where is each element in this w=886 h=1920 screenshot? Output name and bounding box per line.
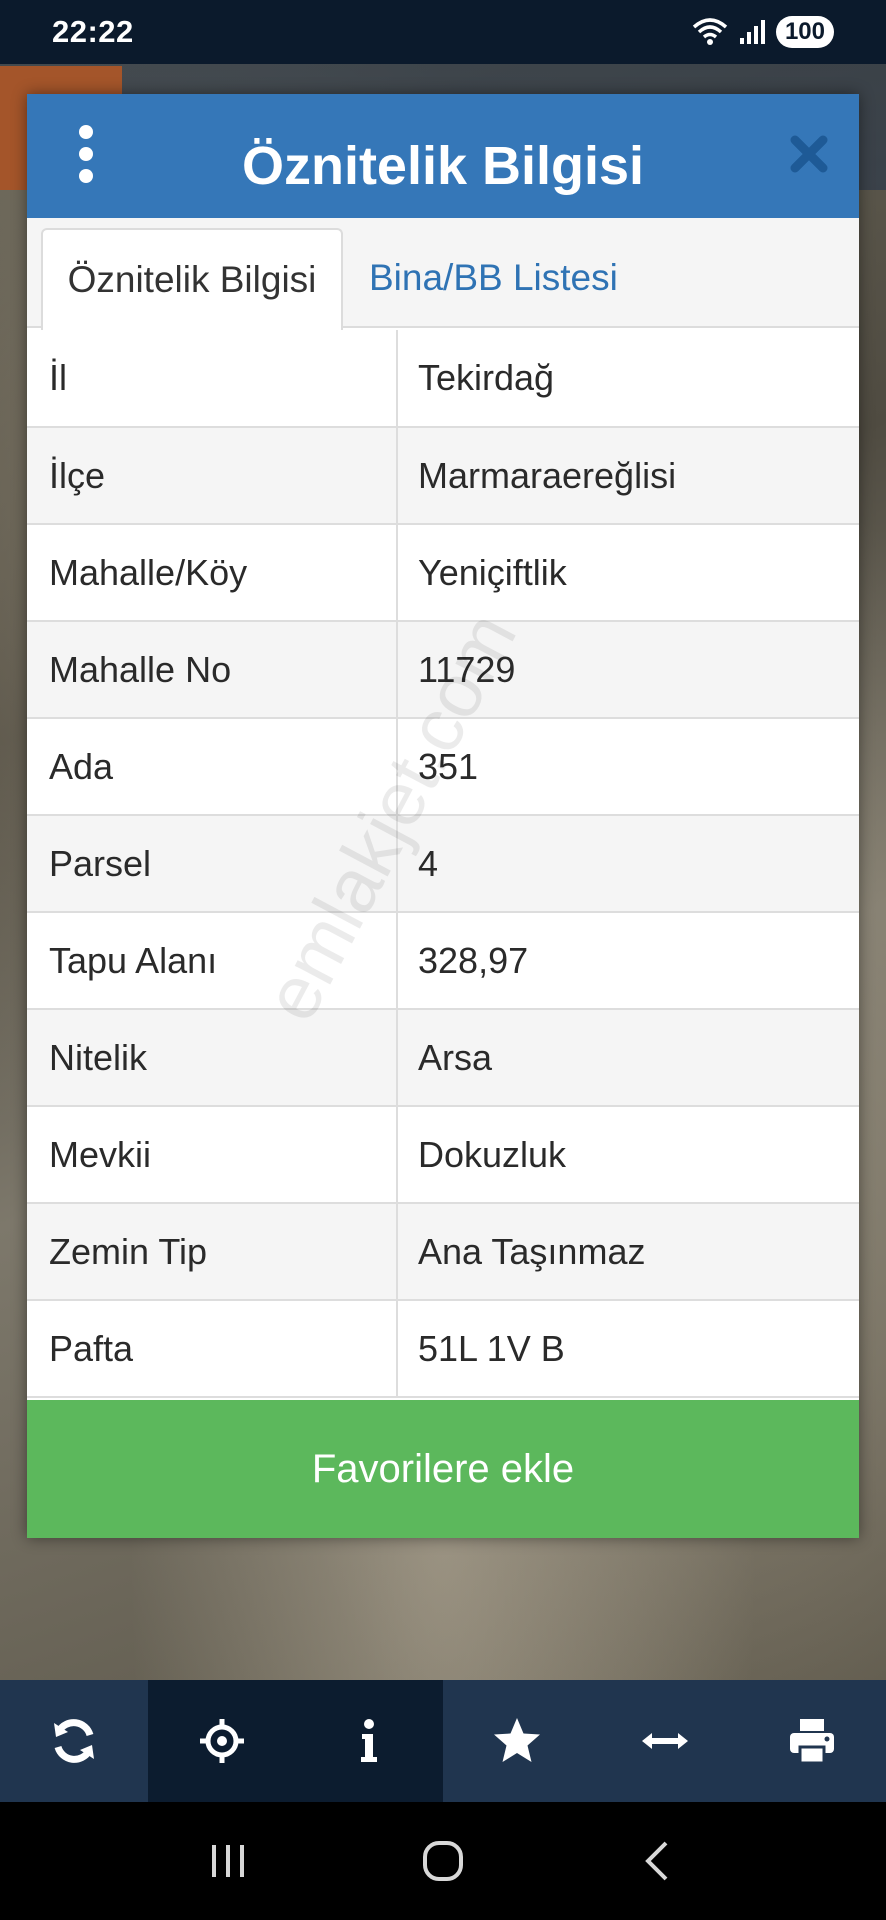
attribute-table: İl Tekirdağ İlçe Marmaraereğlisi Mahalle/K… — [27, 330, 859, 1398]
attr-value: Dokuzluk — [397, 1106, 859, 1204]
star-icon — [493, 1718, 540, 1762]
attr-value: Marmaraereğlisi — [397, 427, 859, 525]
attr-value: 351 — [397, 718, 859, 816]
system-nav-bar — [0, 1802, 886, 1920]
close-icon[interactable] — [789, 134, 829, 174]
attr-value: Tekirdağ — [397, 330, 859, 428]
attr-value: Arsa — [397, 1009, 859, 1107]
attr-value: Ana Taşınmaz — [397, 1203, 859, 1301]
attr-key: İl — [27, 330, 398, 428]
attr-key: Nitelik — [27, 1009, 398, 1107]
signal-icon — [739, 20, 765, 44]
locate-icon — [199, 1719, 244, 1763]
attr-key: İlçe — [27, 427, 398, 525]
attr-key: Ada — [27, 718, 398, 816]
print-button[interactable] — [738, 1680, 886, 1802]
info-icon — [361, 1719, 378, 1762]
attribute-info-dialog: Öznitelik Bilgisi Öznitelik Bilgisi Bina… — [27, 94, 859, 1538]
recent-apps-icon[interactable] — [204, 1837, 252, 1885]
status-time: 22:22 — [52, 14, 134, 49]
tab-attribute-info[interactable]: Öznitelik Bilgisi — [41, 228, 343, 330]
tab-building-list[interactable]: Bina/BB Listesi — [369, 228, 618, 328]
refresh-button[interactable] — [0, 1680, 148, 1802]
status-bar: 22:22 100 — [0, 0, 886, 64]
status-icons: 100 — [692, 16, 834, 48]
map-toolbar — [0, 1680, 886, 1802]
print-icon — [790, 1719, 835, 1765]
dialog-header: Öznitelik Bilgisi — [27, 94, 859, 218]
tab-bar: Öznitelik Bilgisi Bina/BB Listesi — [27, 218, 859, 330]
table-row: İlçe Marmaraereğlisi — [27, 427, 859, 525]
table-row: Nitelik Arsa — [27, 1009, 859, 1107]
table-row: Parsel 4 — [27, 815, 859, 913]
attr-key: Mahalle/Köy — [27, 524, 398, 622]
table-row: Mevkii Dokuzluk — [27, 1106, 859, 1204]
table-row: Mahalle No 11729 — [27, 621, 859, 719]
table-row: Zemin Tip Ana Taşınmaz — [27, 1203, 859, 1301]
attr-key: Parsel — [27, 815, 398, 913]
table-row: Pafta 51L 1V B — [27, 1300, 859, 1398]
locate-button[interactable] — [147, 1680, 296, 1802]
attr-value: 328,97 — [397, 912, 859, 1010]
wifi-icon — [692, 18, 728, 45]
table-row: Mahalle/Köy Yeniçiftlik — [27, 524, 859, 622]
refresh-icon — [53, 1719, 94, 1763]
attr-key: Pafta — [27, 1300, 398, 1398]
favorites-button[interactable] — [443, 1680, 591, 1802]
table-row: İl Tekirdağ — [27, 330, 859, 428]
attr-value: Yeniçiftlik — [397, 524, 859, 622]
table-row: Tapu Alanı 328,97 — [27, 912, 859, 1010]
dialog-title: Öznitelik Bilgisi — [241, 136, 645, 196]
attr-key: Mevkii — [27, 1106, 398, 1204]
add-to-favorites-button[interactable]: Favorilere ekle — [27, 1400, 859, 1538]
info-button[interactable] — [295, 1680, 444, 1802]
attr-value: 4 — [397, 815, 859, 913]
attr-value: 51L 1V B — [397, 1300, 859, 1398]
attr-key: Tapu Alanı — [27, 912, 398, 1010]
table-row: Ada 351 — [27, 718, 859, 816]
home-icon[interactable] — [419, 1837, 467, 1885]
battery-badge: 100 — [775, 16, 834, 48]
measure-icon — [641, 1733, 688, 1749]
attr-key: Mahalle No — [27, 621, 398, 719]
back-icon[interactable] — [634, 1837, 682, 1885]
attr-key: Zemin Tip — [27, 1203, 398, 1301]
measure-button[interactable] — [591, 1680, 739, 1802]
attr-value: 11729 — [397, 621, 859, 719]
